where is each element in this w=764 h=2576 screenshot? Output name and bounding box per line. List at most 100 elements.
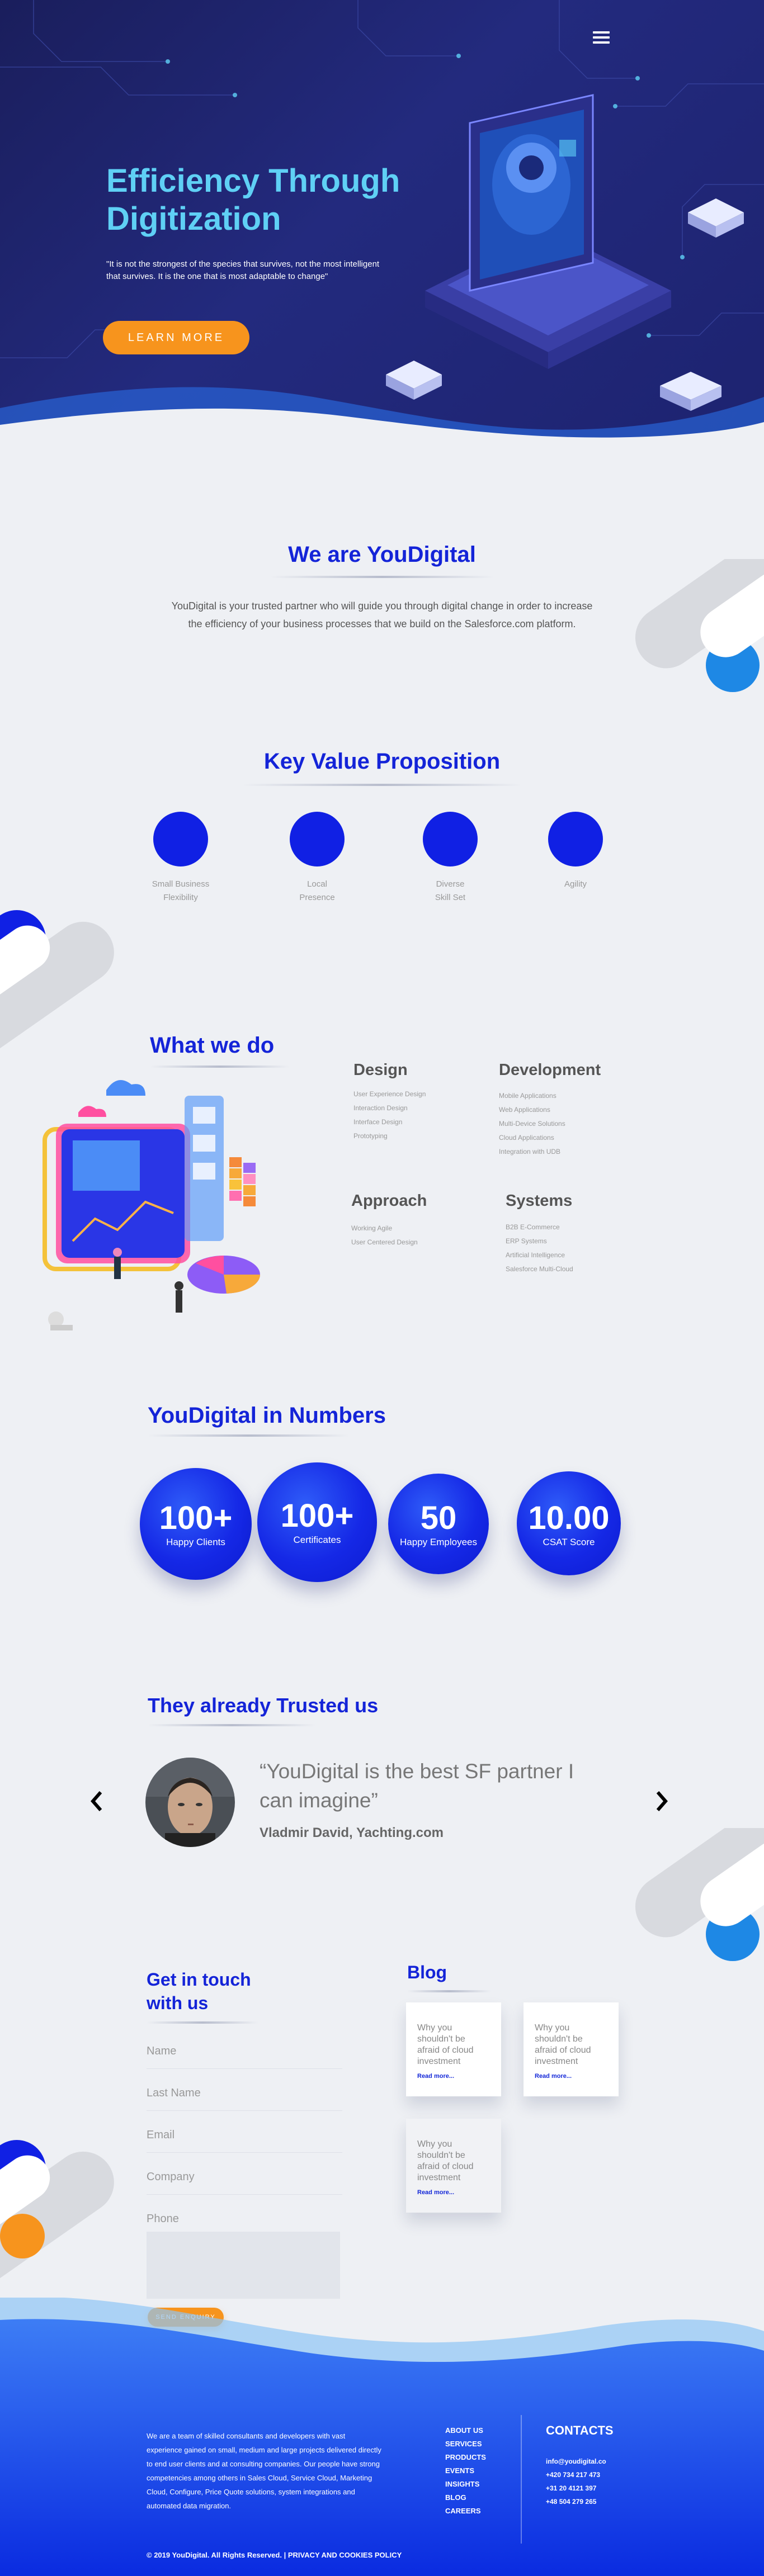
wwd-design-item: Interaction Design — [353, 1104, 408, 1112]
stat-value: 100+ — [280, 1498, 354, 1534]
kvp-label-4: Agility — [531, 878, 620, 891]
wwd-development-item: Cloud Applications — [499, 1134, 554, 1142]
about-title: We are YouDigital — [288, 542, 476, 567]
kvp-icon-4 — [548, 812, 603, 866]
testimonials-title: They already Trusted us — [148, 1694, 379, 1717]
stat-happy-employees: 50 Happy Employees — [388, 1474, 489, 1574]
name-field-line — [147, 2068, 342, 2069]
contact-underline — [147, 2021, 258, 2024]
wwd-design-item: User Experience Design — [353, 1090, 426, 1098]
stat-happy-clients: 100+ Happy Clients — [140, 1468, 252, 1580]
blog-card[interactable]: Why you shouldn't be afraid of cloud inv… — [406, 2119, 501, 2213]
footer-nav-blog[interactable]: BLOG — [445, 2493, 466, 2502]
footer-nav-careers[interactable]: CAREERS — [445, 2507, 481, 2515]
wwd-systems-item: ERP Systems — [506, 1237, 547, 1245]
testimonial-avatar — [145, 1758, 235, 1847]
footer-nav-insights[interactable]: INSIGHTS — [445, 2480, 479, 2488]
stat-value: 10.00 — [528, 1500, 610, 1536]
wwd-systems-item: Salesforce Multi-Cloud — [506, 1265, 573, 1273]
footer-nav-products[interactable]: PRODUCTS — [445, 2453, 486, 2461]
last-name-field-line — [147, 2110, 342, 2111]
hero-section: Efficiency Through Digitization "It is n… — [0, 0, 764, 447]
kvp-label-4-line1: Agility — [564, 879, 587, 889]
decorative-pill-shape-right-2 — [635, 1828, 764, 1961]
contact-title: Get in touch with us — [147, 1968, 251, 2015]
blog-title: Blog — [407, 1962, 447, 1982]
last-name-field[interactable]: Last Name — [147, 2087, 201, 2100]
contact-title-line2: with us — [147, 1993, 209, 2013]
testimonials-underline — [148, 1724, 315, 1726]
numbers-title: YouDigital in Numbers — [148, 1403, 386, 1428]
blog-card-title: Why you shouldn't be afraid of cloud inv… — [535, 2023, 591, 2066]
kvp-label-2-line2: Presence — [299, 893, 335, 902]
wwd-systems-item: Artificial Intelligence — [506, 1251, 565, 1259]
hero-quote: "It is not the strongest of the species … — [106, 259, 380, 281]
wwd-development-item: Web Applications — [499, 1106, 550, 1114]
decorative-pill-shape-left — [0, 910, 114, 1057]
contact-email[interactable]: info@youdigital.co — [546, 2457, 606, 2465]
about-text: YouDigital is your trusted partner who w… — [171, 600, 593, 629]
wwd-approach-item: Working Agile — [351, 1224, 393, 1232]
email-field-line — [147, 2152, 342, 2153]
wwd-design-item: Interface Design — [353, 1118, 403, 1126]
wwd-development-item: Multi-Device Solutions — [499, 1120, 565, 1128]
testimonial-author: Vladmir David, Yachting.com — [260, 1825, 444, 1840]
stat-value: 100+ — [159, 1500, 233, 1536]
decorative-pill-shape-right — [635, 559, 764, 692]
stat-label: Certificates — [293, 1535, 341, 1545]
stat-value: 50 — [420, 1500, 457, 1536]
footer-nav-events[interactable]: EVENTS — [445, 2466, 474, 2475]
read-more-link[interactable]: Read more... — [535, 2073, 572, 2080]
stat-certificates: 100+ Certificates — [257, 1462, 377, 1582]
kvp-label-2-line1: Local — [307, 879, 327, 889]
read-more-link[interactable]: Read more... — [417, 2073, 454, 2080]
learn-more-button[interactable]: LEARN MORE — [103, 321, 249, 354]
contact-title-line1: Get in touch — [147, 1969, 251, 1990]
copyright-text: © 2019 YouDigital. All Rights Reserved. … — [147, 2551, 402, 2559]
wwd-development-title: Development — [499, 1061, 601, 1079]
chevron-right-icon[interactable] — [653, 1789, 670, 1813]
stat-label: CSAT Score — [543, 1537, 595, 1547]
wwd-development-item: Mobile Applications — [499, 1092, 557, 1100]
kvp-label-1-line2: Flexibility — [163, 893, 198, 902]
company-field-line — [147, 2194, 342, 2195]
phone-field[interactable]: Phone — [147, 2213, 179, 2225]
what-we-do-title: What we do — [150, 1033, 275, 1058]
kvp-label-3: Diverse Skill Set — [405, 878, 495, 905]
wwd-design-title: Design — [353, 1061, 408, 1079]
menu-icon — [593, 31, 610, 34]
footer-nav-services[interactable]: SERVICES — [445, 2440, 482, 2448]
email-field[interactable]: Email — [147, 2129, 175, 2142]
chevron-left-icon[interactable] — [88, 1789, 105, 1813]
wwd-approach-item: User Centered Design — [351, 1238, 418, 1246]
footer-nav-about-us[interactable]: ABOUT US — [445, 2426, 483, 2435]
kvp-label-1: Small Business Flexibility — [136, 878, 225, 905]
blog-card-title: Why you shouldn't be afraid of cloud inv… — [417, 2023, 474, 2066]
wwd-systems-title: Systems — [506, 1192, 573, 1210]
blog-card[interactable]: Why you shouldn't be afraid of cloud inv… — [524, 2002, 619, 2096]
kvp-title-underline — [242, 784, 522, 786]
contact-phone[interactable]: +48 504 279 265 — [546, 2498, 596, 2506]
what-we-do-underline — [150, 1066, 290, 1068]
company-field[interactable]: Company — [147, 2171, 195, 2184]
read-more-link[interactable]: Read more... — [417, 2189, 454, 2196]
hero-title-line2: Digitization — [106, 201, 281, 237]
blog-card[interactable]: Why you shouldn't be afraid of cloud inv… — [406, 2002, 501, 2096]
message-textarea[interactable] — [147, 2232, 340, 2299]
contact-phone[interactable]: +420 734 217 473 — [546, 2471, 600, 2479]
menu-button[interactable] — [593, 31, 610, 45]
hero-title-line1: Efficiency Through — [106, 163, 400, 199]
kvp-label-2: Local Presence — [272, 878, 362, 905]
kvp-icon-3 — [423, 812, 478, 866]
name-field[interactable]: Name — [147, 2045, 176, 2058]
kvp-label-3-line1: Diverse — [436, 879, 465, 889]
what-we-do-illustration — [43, 1080, 261, 1330]
footer — [0, 2298, 764, 2576]
wwd-approach-title: Approach — [351, 1192, 427, 1210]
kvp-icon-1 — [153, 812, 208, 866]
footer-about-text: We are a team of skilled consultants and… — [147, 2432, 381, 2510]
kvp-title: Key Value Proposition — [263, 749, 501, 774]
blog-card-title: Why you shouldn't be afraid of cloud inv… — [417, 2139, 474, 2182]
contact-phone[interactable]: +31 20 4121 397 — [546, 2484, 596, 2492]
about-title-underline — [270, 576, 494, 578]
